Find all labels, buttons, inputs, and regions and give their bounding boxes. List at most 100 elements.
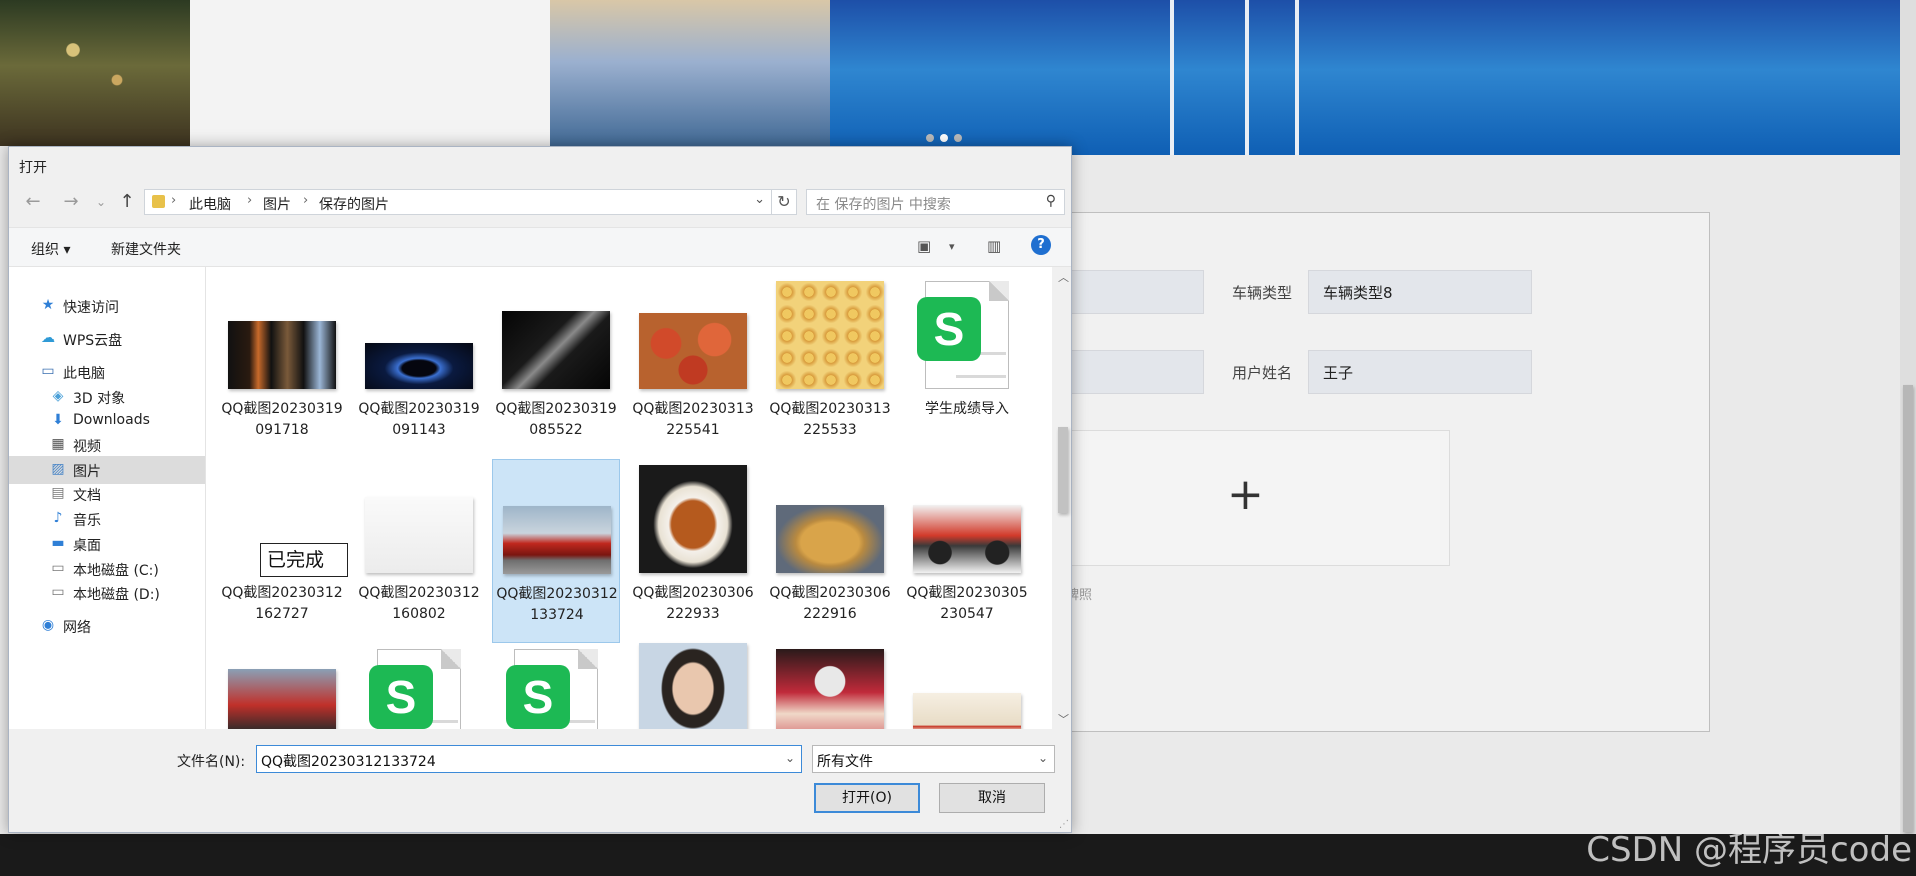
- file-tile[interactable]: QQ截图20230306222916: [766, 459, 894, 643]
- file-list-scrollbar[interactable]: ︿ ﹀: [1055, 267, 1071, 729]
- file-name-label: QQ截图20230319085522: [495, 401, 617, 438]
- carousel-dot[interactable]: [954, 134, 962, 142]
- preview-pane-icon[interactable]: ▥: [987, 237, 1001, 255]
- file-tile[interactable]: QQ截图20230306222933: [629, 459, 757, 643]
- address-dropdown-icon[interactable]: ⌄: [754, 192, 765, 207]
- file-name-label: QQ截图20230312160802: [358, 585, 480, 622]
- view-mode-icon[interactable]: ▣: [917, 237, 931, 255]
- chevron-down-icon[interactable]: ⌄: [785, 751, 795, 765]
- new-folder-button[interactable]: 新建文件夹: [111, 239, 181, 259]
- hero-banner-sky: [550, 0, 830, 155]
- image-upload[interactable]: +: [1052, 430, 1450, 566]
- search-icon[interactable]: ⚲: [1046, 193, 1056, 209]
- sidebar-item[interactable]: ★ 快速访问: [9, 292, 205, 320]
- file-tile[interactable]: QQ截图20230319091143: [355, 275, 483, 459]
- view-dropdown-icon[interactable]: ▾: [949, 240, 955, 253]
- file-tile[interactable]: QQ截图20230319085522: [492, 275, 620, 459]
- sidebar-item[interactable]: ☁ WPS云盘: [9, 325, 205, 353]
- wps-spreadsheet-icon: S: [917, 281, 1013, 389]
- file-name-label: QQ截图20230312162727: [221, 585, 343, 622]
- file-tile[interactable]: S: [492, 643, 620, 729]
- file-tile[interactable]: [629, 643, 757, 729]
- file-name-label: QQ截图20230319091718: [221, 401, 343, 438]
- drive-d-icon: ▭: [51, 584, 65, 600]
- hero-banner: [550, 0, 1900, 155]
- recent-locations-icon[interactable]: ⌄: [89, 195, 113, 209]
- open-file-dialog: 打开 ← → ⌄ ↑ › 此电脑 › 图片 › 保存的图片 ⌄ ↻ 在 保存的图…: [8, 146, 1072, 833]
- sidebar-item[interactable]: ♪ 音乐: [9, 505, 205, 533]
- refresh-icon[interactable]: ↻: [771, 189, 797, 215]
- form-input-hidden-left[interactable]: [1050, 270, 1204, 314]
- file-list: QQ截图20230319091718 QQ截图20230319091143 QQ截图…: [206, 267, 1052, 729]
- filetype-value: 所有文件: [817, 754, 873, 770]
- form-input-hidden-left-2[interactable]: [1050, 350, 1204, 394]
- search-placeholder: 在 保存的图片 中搜索: [816, 197, 951, 213]
- page-scrollbar-thumb[interactable]: [1903, 385, 1913, 832]
- background-white-strip: [190, 0, 550, 146]
- file-tile[interactable]: S 学生成绩导入: [903, 275, 1031, 459]
- file-tile[interactable]: 已完成 QQ截图20230312162727: [218, 459, 348, 643]
- carousel-dot-active[interactable]: [940, 134, 948, 142]
- filetype-select[interactable]: 所有文件 ⌄: [812, 745, 1055, 773]
- sidebar-item[interactable]: ▭ 本地磁盘 (D:): [9, 579, 205, 607]
- scrollbar-thumb[interactable]: [1058, 427, 1068, 513]
- file-tile[interactable]: QQ截图20230312133724: [492, 459, 620, 643]
- chevron-down-icon[interactable]: ⌄: [1038, 751, 1048, 765]
- vehicle-type-field[interactable]: 车辆类型8: [1308, 270, 1532, 314]
- cancel-button[interactable]: 取消: [939, 783, 1045, 813]
- breadcrumb-separator: ›: [303, 193, 309, 208]
- sidebar-item[interactable]: ▦ 视频: [9, 431, 205, 459]
- up-arrow-icon[interactable]: ↑: [115, 191, 139, 212]
- file-tile[interactable]: QQ截图20230305230547: [903, 459, 1031, 643]
- sidebar-item-label: 此电脑: [63, 366, 105, 382]
- breadcrumb-this-pc[interactable]: 此电脑: [189, 194, 231, 214]
- file-tile[interactable]: QQ截图20230313225541: [629, 275, 757, 459]
- roast-duck-thumbnail: [639, 465, 747, 573]
- solar-system-thumbnail: [228, 321, 336, 389]
- sidebar-item[interactable]: ▭ 此电脑: [9, 358, 205, 386]
- breadcrumb-separator: ›: [247, 193, 253, 208]
- watermark: CSDN @程序员code: [1586, 830, 1912, 870]
- hero-banner-mast: [1170, 0, 1174, 155]
- file-name-label: QQ截图20230305230547: [906, 585, 1028, 622]
- back-arrow-icon[interactable]: ←: [21, 191, 45, 212]
- help-icon[interactable]: ?: [1031, 235, 1051, 255]
- scroll-down-icon[interactable]: ﹀: [1058, 711, 1069, 727]
- dialog-title: 打开: [19, 160, 47, 176]
- file-tile[interactable]: QQ截图20230312160802: [355, 459, 483, 643]
- resize-grip-icon[interactable]: ⋰: [1059, 819, 1069, 830]
- folder-icon: [152, 195, 165, 208]
- page-scrollbar[interactable]: [1900, 0, 1916, 834]
- sidebar-item-label: 桌面: [73, 538, 101, 554]
- address-bar[interactable]: › 此电脑 › 图片 › 保存的图片 ⌄: [144, 189, 772, 215]
- sidebar-item[interactable]: ◉ 网络: [9, 612, 205, 640]
- carousel-dot[interactable]: [926, 134, 934, 142]
- breadcrumb-pictures[interactable]: 图片: [263, 194, 291, 214]
- file-tile[interactable]: S: [355, 643, 483, 729]
- file-tile[interactable]: [218, 643, 346, 729]
- organize-menu[interactable]: 组织 ▾: [31, 239, 70, 259]
- sidebar-item-label: 本地磁盘 (C:): [73, 563, 159, 579]
- forward-arrow-icon[interactable]: →: [59, 191, 83, 212]
- rename-input[interactable]: 已完成: [260, 543, 348, 577]
- filename-input[interactable]: QQ截图20230312133724 ⌄: [256, 745, 802, 773]
- user-name-field[interactable]: 王子: [1308, 350, 1532, 394]
- scroll-up-icon[interactable]: ︿: [1058, 269, 1069, 285]
- sidebar-item-label: 文档: [73, 488, 101, 504]
- file-tile[interactable]: [766, 643, 894, 729]
- background-photo-left: [0, 0, 190, 146]
- carousel-dots[interactable]: [926, 134, 962, 142]
- breadcrumb-saved-pictures[interactable]: 保存的图片: [319, 194, 389, 214]
- sidebar-item-label: Downloads: [73, 412, 150, 428]
- sidebar-item[interactable]: ▤ 文档: [9, 480, 205, 508]
- file-tile[interactable]: [903, 643, 1031, 729]
- wps-spreadsheet-icon: S: [506, 649, 602, 729]
- search-box[interactable]: 在 保存的图片 中搜索 ⚲: [806, 189, 1065, 215]
- sidebar-item-label: WPS云盘: [63, 333, 123, 349]
- sidebar-item[interactable]: ▬ 桌面: [9, 530, 205, 558]
- file-tile[interactable]: QQ截图20230319091718: [218, 275, 346, 459]
- sidebar-item-label: 3D 对象: [73, 391, 126, 407]
- open-button[interactable]: 打开(O): [814, 783, 920, 813]
- file-name-label: QQ截图20230306222916: [769, 585, 891, 622]
- file-tile[interactable]: QQ截图20230313225533: [766, 275, 894, 459]
